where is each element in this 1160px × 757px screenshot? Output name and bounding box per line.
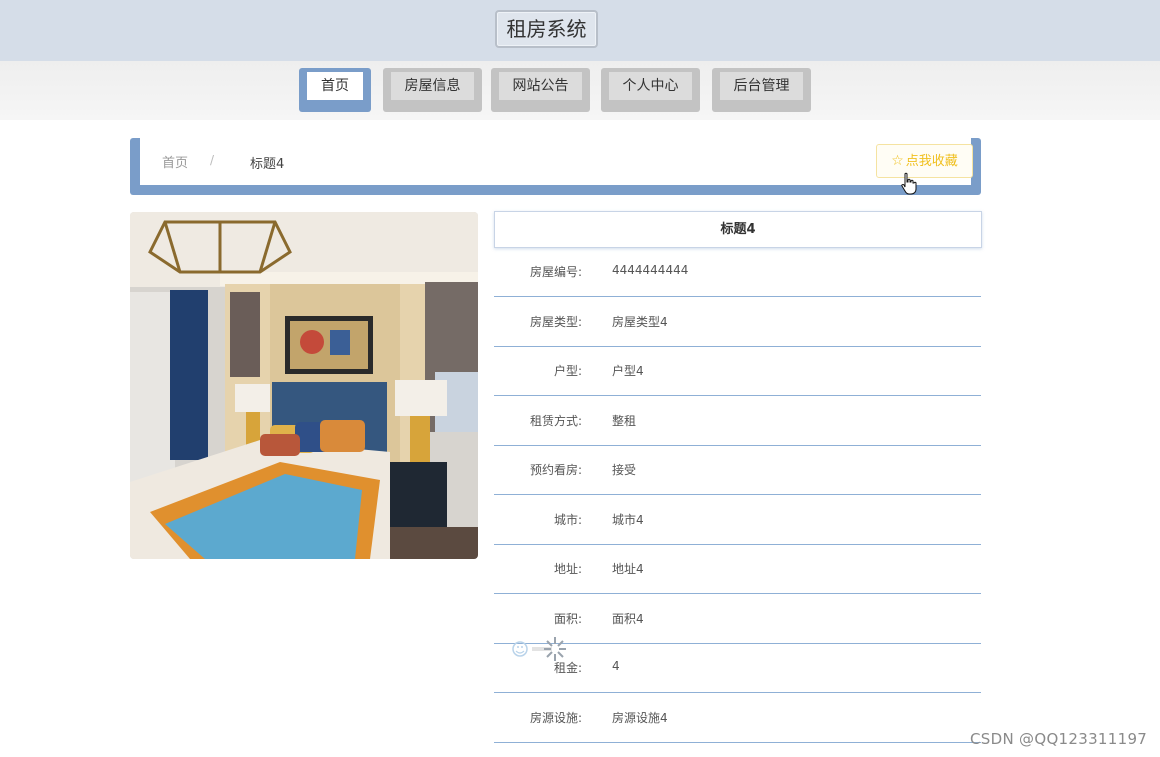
nav-item-announcements[interactable]: 网站公告 bbox=[491, 68, 590, 112]
row-label: 房屋编号: bbox=[529, 265, 582, 279]
row-value: 面积4 bbox=[612, 612, 644, 626]
nav-item-house-info[interactable]: 房屋信息 bbox=[383, 68, 482, 112]
top-header: 租房系统 bbox=[0, 0, 1160, 61]
row-value: 接受 bbox=[612, 463, 637, 477]
row-label: 地址: bbox=[553, 562, 582, 576]
nav-item-personal-center[interactable]: 个人中心 bbox=[601, 68, 700, 112]
nav-item-home[interactable]: 首页 bbox=[299, 68, 371, 112]
breadcrumb-current: 标题4 bbox=[250, 157, 285, 172]
row-value: 4444444444 bbox=[612, 263, 689, 277]
breadcrumb-separator: / bbox=[210, 153, 215, 167]
row-label: 租赁方式: bbox=[529, 414, 582, 428]
star-icon: ☆ bbox=[891, 153, 904, 169]
row-value: 户型4 bbox=[612, 364, 644, 378]
detail-row: 房屋类型: 房屋类型4 bbox=[494, 297, 981, 347]
house-photo bbox=[130, 212, 478, 559]
detail-title: 标题4 bbox=[494, 211, 982, 248]
row-label: 户型: bbox=[553, 364, 582, 378]
nav-item-label: 后台管理 bbox=[720, 72, 803, 100]
hand-pointer-icon bbox=[901, 172, 917, 195]
row-label: 城市: bbox=[553, 513, 582, 527]
breadcrumb: 首页 / 标题4 ☆ 点我收藏 bbox=[140, 138, 973, 185]
detail-row: 城市: 城市4 bbox=[494, 495, 981, 545]
row-value: 房源设施4 bbox=[612, 711, 668, 725]
favorite-button[interactable]: ☆ 点我收藏 bbox=[876, 144, 973, 178]
detail-row: 地址: 地址4 bbox=[494, 544, 981, 594]
site-title: 租房系统 bbox=[495, 10, 598, 48]
row-value: 城市4 bbox=[612, 513, 644, 527]
row-label: 房源设施: bbox=[529, 711, 582, 725]
main-nav: 首页 房屋信息 网站公告 个人中心 后台管理 bbox=[0, 61, 1160, 120]
row-value: 4 bbox=[612, 659, 620, 673]
detail-row: 租赁方式: 整租 bbox=[494, 396, 981, 446]
row-value: 整租 bbox=[612, 414, 637, 428]
nav-item-label: 首页 bbox=[307, 72, 363, 100]
nav-item-label: 房屋信息 bbox=[391, 72, 474, 100]
loading-spinner-icon bbox=[512, 637, 566, 661]
nav-item-admin[interactable]: 后台管理 bbox=[712, 68, 811, 112]
detail-row: 房源设施: 房源设施4 bbox=[494, 693, 981, 743]
detail-row: 房屋编号: 4444444444 bbox=[494, 247, 981, 297]
watermark: CSDN @QQ123311197 bbox=[970, 730, 1148, 748]
row-label: 面积: bbox=[553, 612, 582, 626]
detail-row: 户型: 户型4 bbox=[494, 346, 981, 396]
row-value: 地址4 bbox=[612, 562, 644, 576]
row-label: 房屋类型: bbox=[529, 315, 582, 329]
nav-item-label: 网站公告 bbox=[499, 72, 582, 100]
detail-row: 预约看房: 接受 bbox=[494, 445, 981, 495]
row-value: 房屋类型4 bbox=[612, 315, 668, 329]
nav-item-label: 个人中心 bbox=[609, 72, 692, 100]
breadcrumb-panel: 首页 / 标题4 ☆ 点我收藏 bbox=[130, 138, 981, 195]
row-label: 预约看房: bbox=[529, 463, 582, 477]
favorite-button-label: 点我收藏 bbox=[905, 154, 958, 169]
breadcrumb-home-link[interactable]: 首页 bbox=[162, 152, 188, 171]
